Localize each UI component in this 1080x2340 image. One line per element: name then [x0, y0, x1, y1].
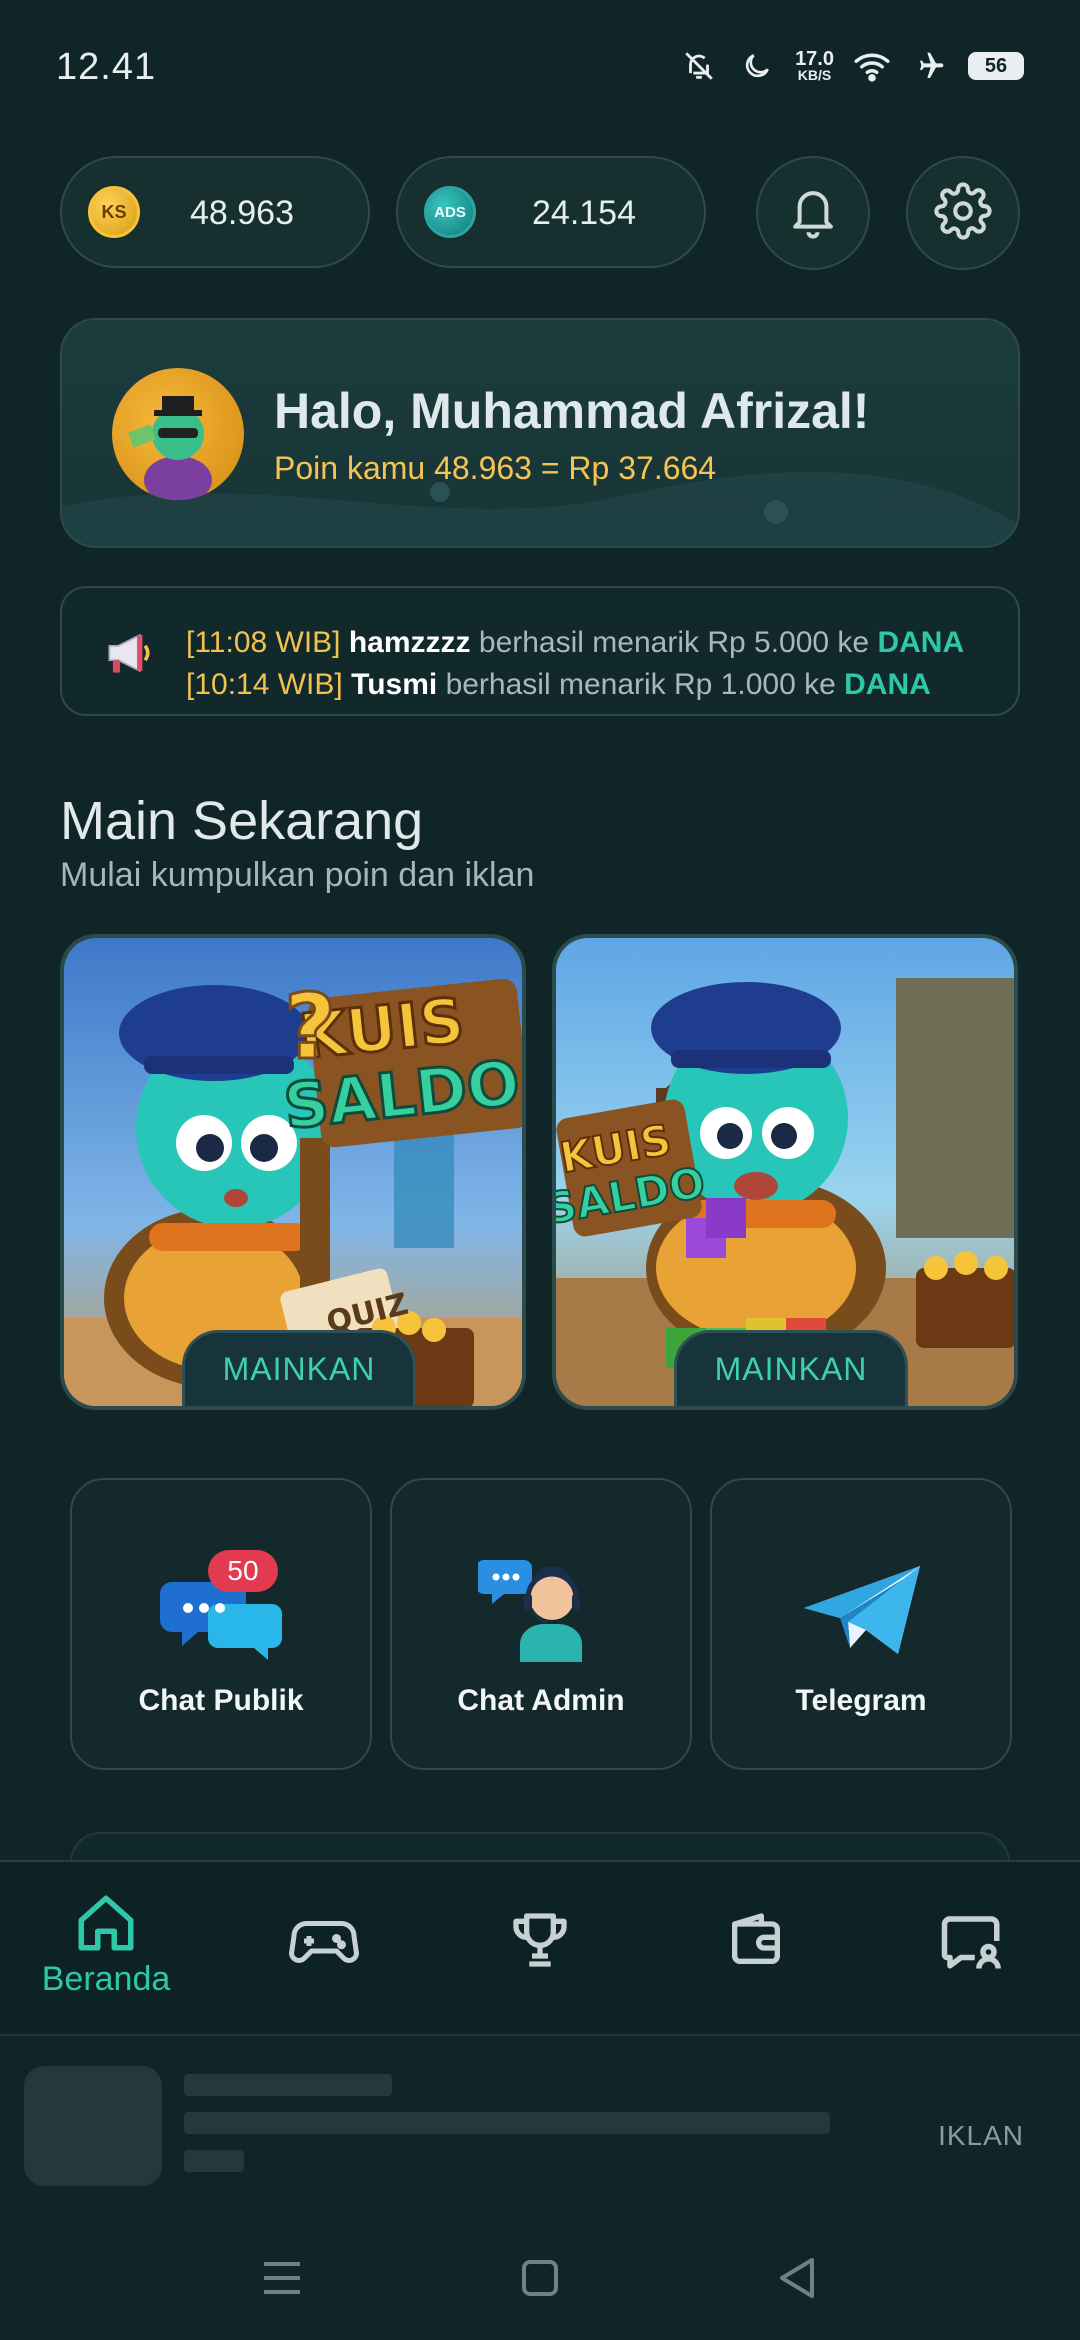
ad-label: IKLAN — [938, 2120, 1024, 2151]
home-square-icon[interactable] — [520, 2258, 560, 2303]
nav-home-label: Beranda — [41, 1960, 171, 1998]
chat-public-tile[interactable]: 50 Chat Publik — [70, 1478, 372, 1770]
bell-icon — [786, 182, 840, 245]
unread-badge: 50 — [208, 1550, 278, 1592]
chat-user-icon — [941, 1916, 1001, 1969]
nav-home[interactable]: Beranda — [42, 1892, 170, 2012]
moon-icon — [737, 46, 777, 86]
withdrawal-ticker: [11:08 WIB] hamzzzz berhasil menarik Rp … — [60, 586, 1020, 716]
section-title: Main Sekarang — [60, 791, 424, 851]
ad-text-placeholder — [184, 2112, 830, 2134]
play-button[interactable]: MAINKAN — [182, 1330, 416, 1406]
greeting-card: Halo, Muhammad Afrizal! Poin kamu 48.963… — [60, 318, 1020, 548]
chat-admin-tile[interactable]: Chat Admin — [390, 1478, 692, 1770]
home-icon — [78, 1895, 134, 1951]
ks-balance-value: 48.963 — [190, 194, 294, 232]
nav-wallet[interactable] — [696, 1908, 816, 2028]
wifi-icon — [852, 46, 892, 86]
telegram-tile[interactable]: Telegram — [710, 1478, 1012, 1770]
wallet-icon — [732, 1913, 780, 1964]
notification-button[interactable] — [756, 156, 870, 270]
ad-thumbnail-placeholder — [24, 2066, 162, 2186]
play-button[interactable]: MAINKAN — [674, 1330, 908, 1406]
bottom-navigation: Beranda — [0, 1860, 1080, 2032]
nav-games[interactable] — [264, 1914, 384, 2034]
avatar[interactable] — [112, 368, 244, 500]
support-agent-icon — [478, 1560, 582, 1662]
trophy-icon — [513, 1913, 567, 1967]
ads-balance-value: 24.154 — [532, 194, 636, 232]
ad-text-placeholder — [184, 2074, 392, 2096]
tile-label: Chat Admin — [457, 1684, 625, 1717]
ads-coin-icon: ADS — [424, 186, 476, 238]
section-subtitle: Mulai kumpulkan poin dan iklan — [60, 856, 535, 894]
status-bar: 12.41 17.0 KB/S 56 — [0, 0, 1080, 130]
network-speed: 17.0 KB/S — [795, 48, 834, 83]
airplane-icon — [910, 46, 950, 86]
status-time: 12.41 — [56, 46, 157, 88]
menu-icon[interactable] — [262, 2260, 302, 2301]
megaphone-icon — [102, 628, 156, 683]
nav-profile-chat[interactable] — [912, 1908, 1032, 2028]
svg-text:?: ? — [284, 975, 336, 1080]
greeting-title: Halo, Muhammad Afrizal! — [274, 383, 870, 439]
telegram-icon — [804, 1566, 920, 1654]
gear-icon — [934, 181, 992, 245]
ad-banner[interactable]: IKLAN — [0, 2034, 1080, 2224]
tile-label: Chat Publik — [138, 1684, 304, 1717]
gamepad-icon — [289, 1921, 359, 1963]
settings-button[interactable] — [906, 156, 1020, 270]
ads-balance-pill[interactable]: ADS 24.154 — [396, 156, 706, 268]
points-summary: Poin kamu 48.963 = Rp 37.664 — [274, 450, 717, 486]
ticker-line: [11:08 WIB] hamzzzz berhasil menarik Rp … — [186, 626, 965, 659]
back-triangle-icon[interactable] — [776, 2256, 816, 2305]
nav-leaderboard[interactable] — [480, 1908, 600, 2028]
ticker-line: [10:14 WIB] Tusmi berhasil menarik Rp 1.… — [186, 668, 931, 701]
ks-coin-icon: KS — [88, 186, 140, 238]
tile-label: Telegram — [795, 1684, 927, 1717]
ks-balance-pill[interactable]: KS 48.963 — [60, 156, 370, 268]
battery-indicator: 56 — [968, 52, 1024, 80]
mute-bell-icon — [679, 46, 719, 86]
ad-text-placeholder — [184, 2150, 244, 2172]
game-card-quiz[interactable]: KUIS SALDO ? QUIZ MAINKAN — [60, 934, 526, 1410]
status-icons: 17.0 KB/S 56 — [679, 44, 1024, 88]
game-card-puzzle[interactable]: KUIS SALDO MAINKAN — [552, 934, 1018, 1410]
system-navigation-bar — [0, 2230, 1080, 2340]
